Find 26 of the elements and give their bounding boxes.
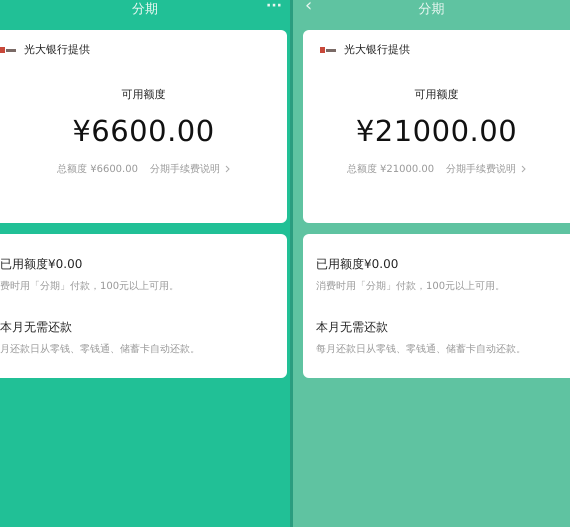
used-description: 消费时用「分期」付款，100元以上可用。 — [316, 280, 506, 293]
available-amount: ¥6600.00 — [72, 114, 215, 148]
screen-title: 分期 — [418, 1, 444, 18]
bank-logo-icon — [320, 46, 336, 52]
bank-logo-icon — [0, 46, 16, 52]
more-button[interactable]: ··· — [266, 0, 282, 13]
available-label: 可用额度 — [122, 87, 166, 102]
used-limit: 已用额度¥0.00 — [0, 256, 84, 273]
used-description: 费时用「分期」付款，100元以上可用。 — [0, 280, 180, 293]
chevron-right-icon — [521, 165, 526, 173]
provider-label: 光大银行提供 — [24, 42, 90, 57]
available-amount: ¥21000.00 — [356, 114, 518, 148]
provider-label: 光大银行提供 — [344, 42, 410, 57]
repay-status: 本月无需还款 — [316, 319, 389, 336]
available-label: 可用额度 — [414, 87, 458, 102]
fee-info-link[interactable]: 分期手续费说明 — [150, 162, 230, 176]
screen-title: 分期 — [132, 1, 158, 18]
used-limit: 已用额度¥0.00 — [316, 256, 400, 273]
repay-description: 月还款日从零钱、零钱通、储蓄卡自动还款。 — [0, 342, 201, 356]
total-limit: 总额度 ¥21000.00 — [346, 162, 434, 176]
back-button[interactable]: ‹ — [305, 0, 312, 15]
chevron-right-icon — [224, 165, 230, 173]
fee-info-link[interactable]: 分期手续费说明 — [446, 162, 526, 176]
total-limit: 总额度 ¥6600.00 — [57, 162, 138, 176]
repay-description: 每月还款日从零钱、零钱通、储蓄卡自动还款。 — [316, 342, 527, 356]
repay-status: 本月无需还款 — [0, 319, 73, 336]
